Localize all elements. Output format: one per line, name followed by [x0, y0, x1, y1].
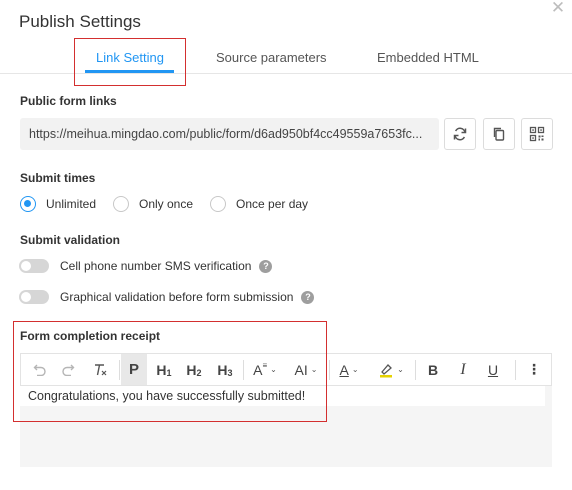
submit-validation-label: Submit validation: [20, 233, 121, 247]
dialog-title: Publish Settings: [19, 12, 141, 31]
help-icon[interactable]: ?: [301, 290, 315, 304]
toolbar-divider: [515, 360, 516, 380]
chevron-down-icon: ⌄: [351, 365, 359, 374]
highlight-color-dropdown[interactable]: ⌄: [371, 354, 411, 385]
radio-label: Only once: [139, 197, 194, 211]
radio-unchecked-icon: [210, 196, 226, 212]
graphical-validation-row: Graphical validation before form submiss…: [19, 289, 315, 305]
radio-only-once[interactable]: Only once: [113, 196, 193, 212]
qrcode-icon: [529, 126, 545, 142]
graphical-validation-label: Graphical validation before form submiss…: [60, 290, 294, 304]
radio-label: Once per day: [236, 197, 309, 211]
radio-unlimited[interactable]: Unlimited: [20, 196, 96, 212]
highlight-box-tab: [74, 38, 186, 86]
publish-settings-dialog: Publish Settings ✕ Link Setting Source p…: [0, 0, 572, 490]
help-icon[interactable]: ?: [259, 259, 273, 273]
tab-embedded-html[interactable]: Embedded HTML: [377, 50, 479, 65]
italic-button[interactable]: I: [450, 354, 476, 385]
qrcode-button[interactable]: [521, 118, 553, 150]
radio-once-per-day[interactable]: Once per day: [210, 196, 308, 212]
radio-checked-icon: [20, 196, 36, 212]
tab-source-parameters[interactable]: Source parameters: [216, 50, 327, 65]
highlighter-icon: [380, 363, 393, 377]
font-color-dropdown[interactable]: A ⌄: [333, 354, 365, 385]
refresh-button[interactable]: [444, 118, 476, 150]
copy-button[interactable]: [483, 118, 515, 150]
toolbar-divider: [415, 360, 416, 380]
sms-verification-row: Cell phone number SMS verification ?: [19, 258, 273, 274]
refresh-icon: [453, 127, 467, 141]
submit-times-label: Submit times: [20, 171, 96, 185]
close-icon[interactable]: ✕: [549, 0, 567, 18]
public-link-field[interactable]: https://meihua.mingdao.com/public/form/d…: [20, 118, 439, 150]
chevron-down-icon: ⌄: [397, 365, 404, 374]
toolbar-divider: [329, 360, 330, 380]
underline-button[interactable]: U: [480, 354, 506, 385]
radio-unchecked-icon: [113, 196, 129, 212]
highlight-box-receipt: [13, 321, 327, 422]
copy-icon: [493, 127, 505, 141]
graphical-validation-toggle[interactable]: [19, 290, 49, 304]
radio-label: Unlimited: [46, 197, 97, 211]
font-color-icon: A: [339, 361, 349, 378]
public-links-label: Public form links: [20, 94, 117, 108]
bold-button[interactable]: B: [420, 354, 446, 385]
more-options-button[interactable]: ⋮: [521, 354, 547, 385]
sms-verification-label: Cell phone number SMS verification: [60, 259, 252, 273]
sms-verification-toggle[interactable]: [19, 259, 49, 273]
